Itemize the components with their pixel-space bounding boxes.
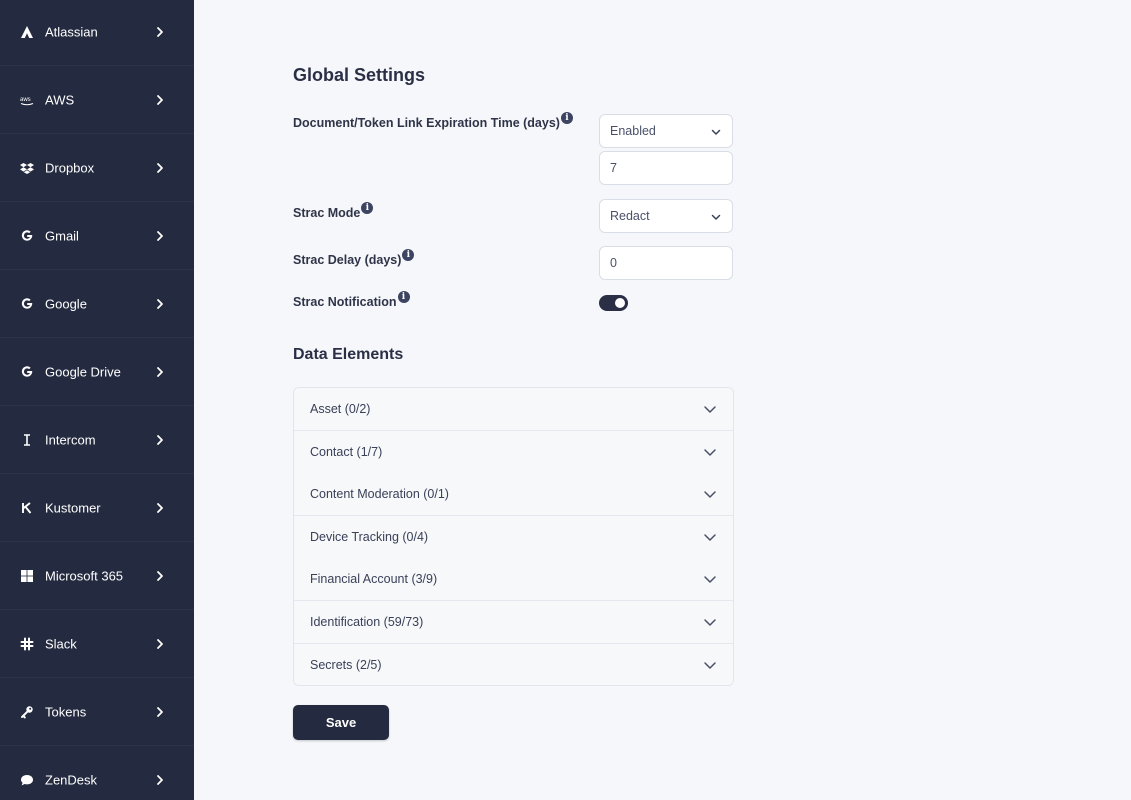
chevron-down-icon (703, 615, 717, 629)
accordion-item-contact[interactable]: Contact (1/7) (294, 430, 733, 474)
sidebar-item-label: Intercom (45, 432, 96, 447)
strac-mode-select-value: Redact (610, 209, 650, 223)
sidebar-item-label: Kustomer (45, 500, 101, 515)
accordion-item-asset[interactable]: Asset (0/2) (294, 388, 733, 431)
sidebar-item-gmail[interactable]: Gmail (0, 202, 194, 270)
chevron-right-icon (154, 774, 166, 786)
sidebar-item-google-drive[interactable]: Google Drive (0, 338, 194, 406)
save-button[interactable]: Save (293, 705, 389, 740)
sidebar-item-google[interactable]: Google (0, 270, 194, 338)
strac-notification-label-text: Strac Notification (293, 295, 397, 309)
strac-delay-label: Strac Delay (days) i (293, 249, 415, 267)
sidebar-item-label: AWS (45, 92, 75, 107)
sidebar-item-label: Slack (45, 636, 77, 651)
strac-mode-select[interactable]: Redact (599, 199, 733, 233)
strac-delay-label-text: Strac Delay (days) (293, 253, 402, 267)
aws-icon: aws (19, 92, 35, 108)
accordion-item-device-tracking[interactable]: Device Tracking (0/4) (294, 515, 733, 559)
strac-mode-label-text: Strac Mode (293, 206, 361, 220)
info-icon[interactable]: i (402, 249, 415, 261)
accordion-item-label: Secrets (2/5) (310, 658, 382, 673)
sidebar-item-label: Google Drive (45, 364, 121, 379)
sidebar-item-label: Microsoft 365 (45, 568, 124, 583)
svg-text:aws: aws (20, 97, 31, 103)
sidebar-item-tokens[interactable]: Tokens (0, 678, 194, 746)
chevron-down-icon (703, 530, 717, 544)
chevron-down-icon (703, 487, 717, 501)
chevron-down-icon (703, 402, 717, 416)
expiration-label-text: Document/Token Link Expiration Time (day… (293, 116, 560, 130)
chevron-down-icon (703, 445, 717, 459)
sidebar-item-dropbox[interactable]: Dropbox (0, 134, 194, 202)
key-icon (19, 704, 35, 720)
accordion-item-label: Identification (59/73) (310, 615, 424, 629)
sidebar-item-label: Atlassian (45, 24, 98, 39)
accordion-item-secrets[interactable]: Secrets (2/5) (294, 643, 733, 685)
zendesk-icon (19, 772, 35, 788)
expiration-select[interactable]: Enabled (599, 114, 733, 148)
accordion-item-content-moderation[interactable]: Content Moderation (0/1) (294, 473, 733, 517)
dropbox-icon (19, 160, 35, 176)
accordion-item-label: Contact (1/7) (310, 444, 383, 459)
strac-delay-input[interactable] (599, 246, 733, 280)
chevron-right-icon (154, 570, 166, 582)
expiration-label: Document/Token Link Expiration Time (day… (293, 112, 573, 130)
expiration-days-input[interactable] (599, 151, 733, 185)
data-elements-accordion: Asset (0/2) Contact (1/7) Content Modera… (293, 387, 734, 686)
sidebar-item-label: Google (45, 296, 87, 311)
strac-notification-label: Strac Notification i (293, 291, 410, 309)
chevron-right-icon (154, 706, 166, 718)
sidebar: Atlassian aws AWS Dropbox Gmail Google G… (0, 0, 194, 800)
sidebar-item-label: Tokens (45, 704, 87, 719)
sidebar-item-label: Dropbox (45, 160, 95, 175)
data-elements-title: Data Elements (293, 346, 404, 363)
microsoft-icon (19, 568, 35, 584)
sidebar-item-slack[interactable]: Slack (0, 610, 194, 678)
sidebar-item-zendesk[interactable]: ZenDesk (0, 746, 194, 800)
accordion-item-financial-account[interactable]: Financial Account (3/9) (294, 558, 733, 602)
accordion-item-label: Content Moderation (0/1) (310, 487, 449, 502)
sidebar-item-label: ZenDesk (45, 772, 98, 787)
google-drive-icon (19, 364, 35, 380)
info-icon[interactable]: i (361, 202, 374, 214)
atlassian-icon (19, 24, 35, 40)
slack-icon (19, 636, 35, 652)
gmail-icon (19, 228, 35, 244)
chevron-down-icon (703, 658, 717, 672)
accordion-item-label: Asset (0/2) (310, 402, 371, 416)
sidebar-item-intercom[interactable]: Intercom (0, 406, 194, 474)
accordion-item-identification[interactable]: Identification (59/73) (294, 601, 733, 644)
sidebar-item-kustomer[interactable]: Kustomer (0, 474, 194, 542)
strac-mode-label: Strac Mode i (293, 202, 374, 220)
chevron-right-icon (154, 434, 166, 446)
accordion-item-label: Financial Account (3/9) (310, 572, 438, 587)
sidebar-item-label: Gmail (45, 228, 79, 243)
chevron-right-icon (154, 162, 166, 174)
toggle-knob (615, 298, 625, 308)
chevron-right-icon (154, 230, 166, 242)
intercom-icon (19, 432, 35, 448)
sidebar-item-aws[interactable]: aws AWS (0, 66, 194, 134)
chevron-right-icon (154, 366, 166, 378)
google-icon (19, 296, 35, 312)
chevron-right-icon (154, 298, 166, 310)
chevron-down-icon (703, 572, 717, 586)
chevron-right-icon (154, 502, 166, 514)
info-icon[interactable]: i (560, 112, 573, 124)
expiration-select-value: Enabled (610, 124, 656, 138)
info-icon[interactable]: i (397, 291, 410, 303)
chevron-down-icon (710, 126, 722, 138)
chevron-down-icon (710, 211, 722, 223)
accordion-item-label: Device Tracking (0/4) (310, 529, 429, 544)
chevron-right-icon (154, 638, 166, 650)
chevron-right-icon (154, 94, 166, 106)
sidebar-item-atlassian[interactable]: Atlassian (0, 0, 194, 66)
kustomer-icon (19, 500, 35, 516)
strac-notification-toggle[interactable] (599, 295, 628, 311)
sidebar-item-microsoft-365[interactable]: Microsoft 365 (0, 542, 194, 610)
chevron-right-icon (154, 26, 166, 38)
global-settings-title: Global Settings (293, 65, 426, 85)
